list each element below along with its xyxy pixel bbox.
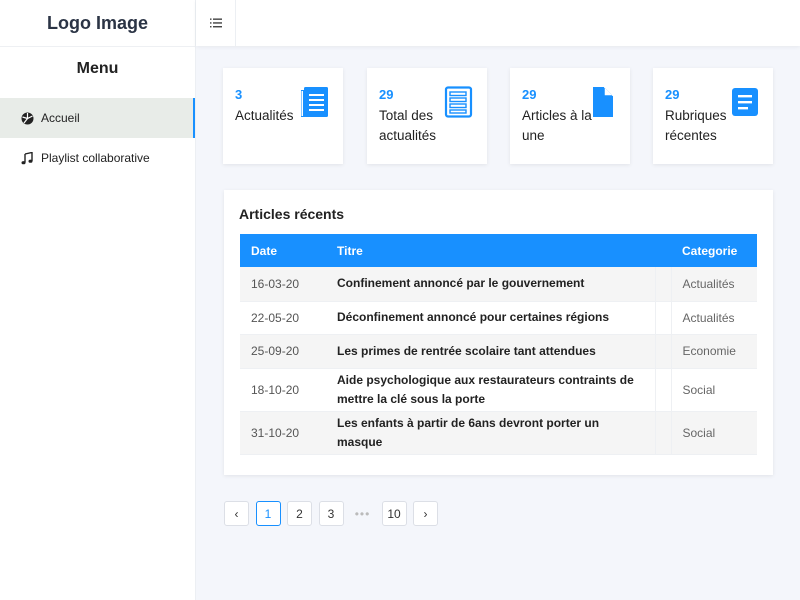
cell-spacer [655,301,672,335]
page-ellipsis[interactable]: ••• [350,501,375,526]
sidebar: Logo Image Menu Accueil Playlist collabo… [0,0,196,600]
cell-date: 18-10-20 [240,368,326,412]
cell-spacer [655,267,672,302]
page-button-2[interactable]: 2 [287,501,312,526]
cell-category: Social [671,411,757,455]
next-page-button[interactable]: › [413,501,438,526]
articles-table: Date Titre Categorie 16-03-20 Confinemen… [240,234,757,455]
table-row[interactable]: 22-05-20 Déconfinement annoncé pour cert… [240,301,757,335]
list-document-icon [301,87,328,117]
chevron-right-icon: › [423,506,428,521]
page-button-10[interactable]: 10 [381,501,407,526]
panel-title: Articles récents [239,206,345,222]
cell-title: Aide psychologique aux restaurateurs con… [326,368,656,412]
sidebar-item-label: Playlist collaborative [41,151,150,165]
dashboard-icon [20,111,34,125]
cell-date: 16-03-20 [240,267,326,302]
sidebar-item-playlist[interactable]: Playlist collaborative [0,138,195,178]
table-row[interactable]: 16-03-20 Confinement annoncé par le gouv… [240,267,757,302]
file-icon [593,87,613,117]
stat-card-rubriques[interactable]: 29 Rubriques récentes [653,68,773,164]
logo[interactable]: Logo Image [0,0,195,47]
table-row[interactable]: 25-09-20 Les primes de rentrée scolaire … [240,334,757,369]
cell-spacer [655,411,672,455]
cell-title: Les enfants à partir de 6ans devront por… [326,411,656,455]
form-list-icon [444,86,473,118]
cell-category: Social [671,368,757,412]
top-header [196,0,800,46]
column-header-date[interactable]: Date [240,234,326,267]
cell-title: Déconfinement annoncé pour certaines rég… [326,301,656,335]
table-row[interactable]: 18-10-20 Aide psychologique aux restaura… [240,368,757,412]
cell-spacer [655,368,672,412]
sidebar-item-label: Accueil [41,111,80,125]
chevron-left-icon: ‹ [234,506,239,521]
menu-toggle-button[interactable] [196,0,236,46]
sidebar-item-accueil[interactable]: Accueil [0,98,195,138]
stat-value: 29 [379,87,394,102]
stat-card-actualites[interactable]: 3 Actualités [223,68,343,164]
stat-value: 29 [522,87,537,102]
pagination: ‹ 1 2 3 ••• 10 › [224,501,445,526]
page-button-1[interactable]: 1 [255,501,281,526]
column-header-spacer [655,234,671,267]
menu-box-icon [732,88,758,116]
cell-spacer [655,334,672,369]
cell-title: Les primes de rentrée scolaire tant atte… [326,334,656,369]
cell-date: 22-05-20 [240,301,326,335]
column-header-categorie[interactable]: Categorie [671,234,757,267]
cell-date: 31-10-20 [240,411,326,455]
stat-value: 29 [665,87,680,102]
hamburger-icon [209,18,222,28]
cell-category: Actualités [671,301,757,335]
cell-category: Economie [671,334,757,369]
table-row[interactable]: 31-10-20 Les enfants à partir de 6ans de… [240,411,757,455]
music-note-icon [20,151,34,165]
prev-page-button[interactable]: ‹ [224,501,249,526]
stat-card-total[interactable]: 29 Total des actualités [367,68,487,164]
cell-title: Confinement annoncé par le gouvernement [326,267,656,302]
cell-date: 25-09-20 [240,334,326,369]
stat-value: 3 [235,87,243,102]
column-header-titre[interactable]: Titre [326,234,655,267]
recent-articles-panel: Articles récents Date Titre Categorie 16… [224,190,773,475]
table-header-row: Date Titre Categorie [240,234,757,267]
page-button-3[interactable]: 3 [318,501,344,526]
cell-category: Actualités [671,267,757,302]
stat-card-une[interactable]: 29 Articles à la une [510,68,630,164]
menu-title: Menu [76,60,119,77]
